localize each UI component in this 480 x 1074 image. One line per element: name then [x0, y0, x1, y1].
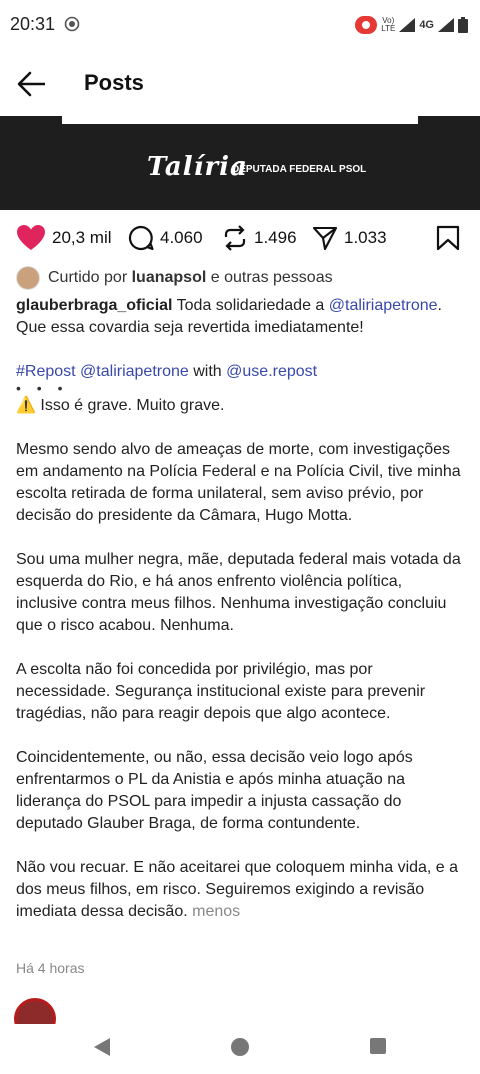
caption-dots: • • •: [16, 380, 69, 396]
shares-count: 1.033: [344, 228, 387, 247]
caption-author[interactable]: glauberbraga_oficial: [16, 297, 173, 314]
app-bar: Posts: [0, 50, 480, 116]
like-button[interactable]: 20,3 mil: [16, 224, 112, 252]
reposts-count: 1.496: [254, 228, 297, 247]
post-timestamp: Há 4 horas: [16, 960, 85, 976]
notification-icon: [64, 16, 80, 32]
liked-by-prefix: Curtido por: [48, 269, 128, 286]
comment-icon: [128, 225, 154, 251]
mention-link[interactable]: @use.repost: [226, 363, 317, 380]
nav-recents-icon[interactable]: [369, 1037, 387, 1055]
mention-link[interactable]: @taliriapetrone: [80, 363, 189, 380]
hashtag-link[interactable]: #Repost: [16, 363, 76, 380]
comment-button[interactable]: 4.060: [128, 224, 203, 252]
caption-paragraph: Coincidentemente, ou não, essa decisão v…: [16, 749, 413, 832]
less-button[interactable]: menos: [192, 903, 240, 920]
4g-icon: 4G: [419, 19, 434, 31]
likes-count: 20,3 mil: [52, 228, 112, 247]
caption-period: .: [437, 297, 442, 314]
repost-with: with: [193, 363, 222, 380]
banner-subtitle: DEPUTADA FEDERAL PSOL: [232, 164, 367, 175]
volte-icon: Vo) LTE: [381, 16, 396, 33]
repost-icon: [224, 225, 246, 251]
status-bar: 20:31 Vo) LTE 4G: [0, 0, 480, 50]
liked-by[interactable]: Curtido por luanapsol e outras pessoas: [16, 266, 333, 290]
liked-by-suffix: e outras pessoas: [210, 269, 333, 286]
signal-icon: [399, 18, 416, 32]
image-card-edge: [62, 116, 418, 124]
caption-line2: Que essa covardia seja revertida imediat…: [16, 319, 364, 336]
status-icons: Vo) LTE 4G: [355, 14, 468, 36]
repost-button[interactable]: 1.496: [222, 224, 297, 252]
caption-paragraph: ⚠️ Isso é grave. Muito grave.: [16, 397, 225, 414]
page-title: Posts: [84, 70, 144, 95]
heart-icon: [17, 225, 45, 250]
nav-home-icon[interactable]: [230, 1037, 250, 1057]
caption-paragraph: A escolta não foi concedida por privilég…: [16, 661, 426, 722]
post-caption: glauberbraga_oficial Toda solidariedade …: [16, 295, 464, 923]
share-button[interactable]: 1.033: [312, 224, 387, 252]
screen-record-icon: [355, 16, 378, 34]
mention-link[interactable]: @taliriapetrone: [329, 297, 438, 314]
send-icon: [312, 226, 338, 251]
battery-icon: [458, 17, 468, 33]
caption-paragraph: Mesmo sendo alvo de ameaças de morte, co…: [16, 441, 461, 524]
caption-paragraph: Sou uma mulher negra, mãe, deputada fede…: [16, 551, 461, 634]
signal-icon: [438, 18, 454, 32]
comments-count: 4.060: [160, 228, 203, 247]
caption-intro: Toda solidariedade a: [176, 297, 325, 314]
status-time: 20:31: [10, 14, 56, 34]
post-actions: 20,3 mil 4.060 1.496 1.033: [0, 222, 480, 254]
post-image[interactable]: Talíria DEPUTADA FEDERAL PSOL: [0, 116, 480, 210]
bookmark-icon[interactable]: [436, 225, 460, 251]
avatar: [16, 266, 40, 290]
liked-by-user[interactable]: luanapsol: [132, 269, 207, 286]
back-arrow-icon[interactable]: [16, 70, 48, 98]
system-nav-bar: [0, 1024, 480, 1074]
nav-back-icon[interactable]: [92, 1036, 112, 1058]
